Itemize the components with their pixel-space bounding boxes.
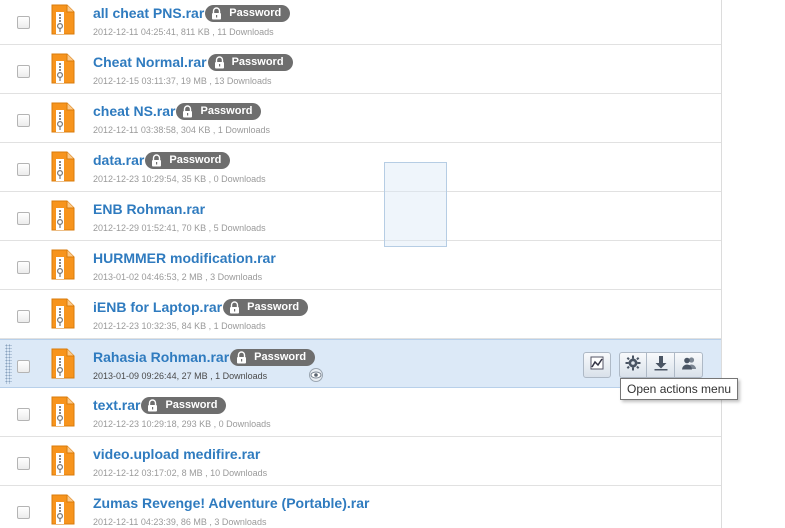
row-checkbox[interactable] xyxy=(17,212,30,225)
zip-file-icon xyxy=(51,298,75,329)
file-meta: 2012-12-15 03:11:37, 19 MB , 13 Download… xyxy=(93,76,272,86)
file-row[interactable]: Zumas Revenge! Adventure (Portable).rar 2… xyxy=(0,486,721,528)
file-meta: 2012-12-23 10:29:54, 35 KB , 0 Downloads xyxy=(93,174,266,184)
file-row[interactable]: iENB for Laptop.rar Password 2012-12-23 10… xyxy=(0,290,721,339)
password-badge-label: Password xyxy=(169,154,222,166)
zip-file-icon xyxy=(51,249,75,280)
password-badge-label: Password xyxy=(229,7,282,19)
lock-icon xyxy=(150,153,163,167)
password-badge: Password xyxy=(230,348,316,366)
file-row[interactable]: all cheat PNS.rar Password 2012-12-11 04:2… xyxy=(0,0,721,45)
file-meta: 2013-01-02 04:46:53, 2 MB , 3 Downloads xyxy=(93,272,263,282)
row-checkbox[interactable] xyxy=(17,114,30,127)
row-checkbox[interactable] xyxy=(17,163,30,176)
file-row[interactable]: video.upload medifire.rar 2012-12-12 03:1… xyxy=(0,437,721,486)
row-checkbox[interactable] xyxy=(17,65,30,78)
password-badge-label: Password xyxy=(254,351,307,363)
row-checkbox[interactable] xyxy=(17,261,30,274)
zip-file-icon xyxy=(51,348,75,379)
lock-icon xyxy=(181,104,194,118)
download-button[interactable] xyxy=(647,352,675,378)
file-row[interactable]: ENB Rohman.rar 2012-12-29 01:52:41, 70 KB… xyxy=(0,192,721,241)
password-badge: Password xyxy=(223,298,309,316)
download-icon xyxy=(653,355,669,376)
file-meta: 2012-12-29 01:52:41, 70 KB , 5 Downloads xyxy=(93,223,266,233)
file-row[interactable]: Cheat Normal.rar Password 2012-12-15 03:11… xyxy=(0,45,721,94)
file-meta: 2012-12-11 04:23:39, 86 MB , 3 Downloads xyxy=(93,517,267,527)
row-checkbox[interactable] xyxy=(17,408,30,421)
settings-button[interactable] xyxy=(619,352,647,378)
row-checkbox[interactable] xyxy=(17,360,30,373)
lock-icon xyxy=(146,398,159,412)
file-name-link[interactable]: all cheat PNS.rar xyxy=(93,5,204,21)
zip-file-icon xyxy=(51,396,75,427)
file-name-link[interactable]: text.rar xyxy=(93,397,140,413)
file-meta: 2012-12-11 04:25:41, 811 KB , 11 Downloa… xyxy=(93,27,274,37)
stats-button[interactable] xyxy=(583,352,611,378)
file-row[interactable]: text.rar Password 2012-12-23 10:29:18, 293… xyxy=(0,388,721,437)
file-name-link[interactable]: data.rar xyxy=(93,152,144,168)
lock-icon xyxy=(210,6,223,20)
file-row[interactable]: data.rar Password 2012-12-23 10:29:54, 35 … xyxy=(0,143,721,192)
eye-icon[interactable] xyxy=(307,368,325,382)
lock-icon xyxy=(213,55,226,69)
file-meta: 2012-12-11 03:38:58, 304 KB , 1 Download… xyxy=(93,125,270,135)
file-meta: 2012-12-23 10:29:18, 293 KB , 0 Download… xyxy=(93,419,271,429)
file-name-link[interactable]: Zumas Revenge! Adventure (Portable).rar xyxy=(93,495,369,511)
chart-icon xyxy=(589,355,605,376)
password-badge: Password xyxy=(145,151,231,169)
drag-selection-box xyxy=(384,162,447,247)
row-actions-group xyxy=(619,352,703,378)
share-button[interactable] xyxy=(675,352,703,378)
password-badge-label: Password xyxy=(165,399,218,411)
zip-file-icon xyxy=(51,4,75,35)
zip-file-icon xyxy=(51,102,75,133)
file-row[interactable]: Rahasia Rohman.rar Password 2013-01-09 09:… xyxy=(0,339,721,388)
password-badge: Password xyxy=(205,4,291,22)
password-badge-label: Password xyxy=(231,56,284,68)
file-name-link[interactable]: iENB for Laptop.rar xyxy=(93,299,222,315)
password-badge-label: Password xyxy=(200,105,253,117)
zip-file-icon xyxy=(51,53,75,84)
password-badge: Password xyxy=(141,396,227,414)
password-badge: Password xyxy=(176,102,262,120)
file-name-link[interactable]: video.upload medifire.rar xyxy=(93,446,260,462)
zip-file-icon xyxy=(51,445,75,476)
file-name-link[interactable]: HURMMER modification.rar xyxy=(93,250,276,266)
actions-tooltip: Open actions menu xyxy=(620,378,739,400)
file-name-link[interactable]: ENB Rohman.rar xyxy=(93,201,205,217)
file-name-link[interactable]: Cheat Normal.rar xyxy=(93,54,207,70)
row-checkbox[interactable] xyxy=(17,310,30,323)
password-badge-label: Password xyxy=(247,301,300,313)
file-name-link[interactable]: cheat NS.rar xyxy=(93,103,175,119)
zip-file-icon xyxy=(51,200,75,231)
password-badge: Password xyxy=(207,53,293,71)
file-name-link[interactable]: Rahasia Rohman.rar xyxy=(93,349,229,365)
users-icon xyxy=(681,355,697,376)
row-checkbox[interactable] xyxy=(17,16,30,29)
file-list: all cheat PNS.rar Password 2012-12-11 04:2… xyxy=(0,0,722,528)
file-meta: 2013-01-09 09:26:44, 27 MB , 1 Downloads xyxy=(93,371,268,381)
lock-icon xyxy=(228,300,241,314)
row-checkbox[interactable] xyxy=(17,506,30,519)
zip-file-icon xyxy=(51,494,75,525)
drag-handle[interactable] xyxy=(5,344,12,384)
file-row[interactable]: cheat NS.rar Password 2012-12-11 03:38:58,… xyxy=(0,94,721,143)
file-row[interactable]: HURMMER modification.rar 2013-01-02 04:46… xyxy=(0,241,721,290)
zip-file-icon xyxy=(51,151,75,182)
file-meta: 2012-12-12 03:17:02, 8 MB , 10 Downloads xyxy=(93,468,268,478)
file-meta: 2012-12-23 10:32:35, 84 KB , 1 Downloads xyxy=(93,321,266,331)
row-checkbox[interactable] xyxy=(17,457,30,470)
gear-icon xyxy=(625,355,641,376)
lock-icon xyxy=(235,350,248,364)
